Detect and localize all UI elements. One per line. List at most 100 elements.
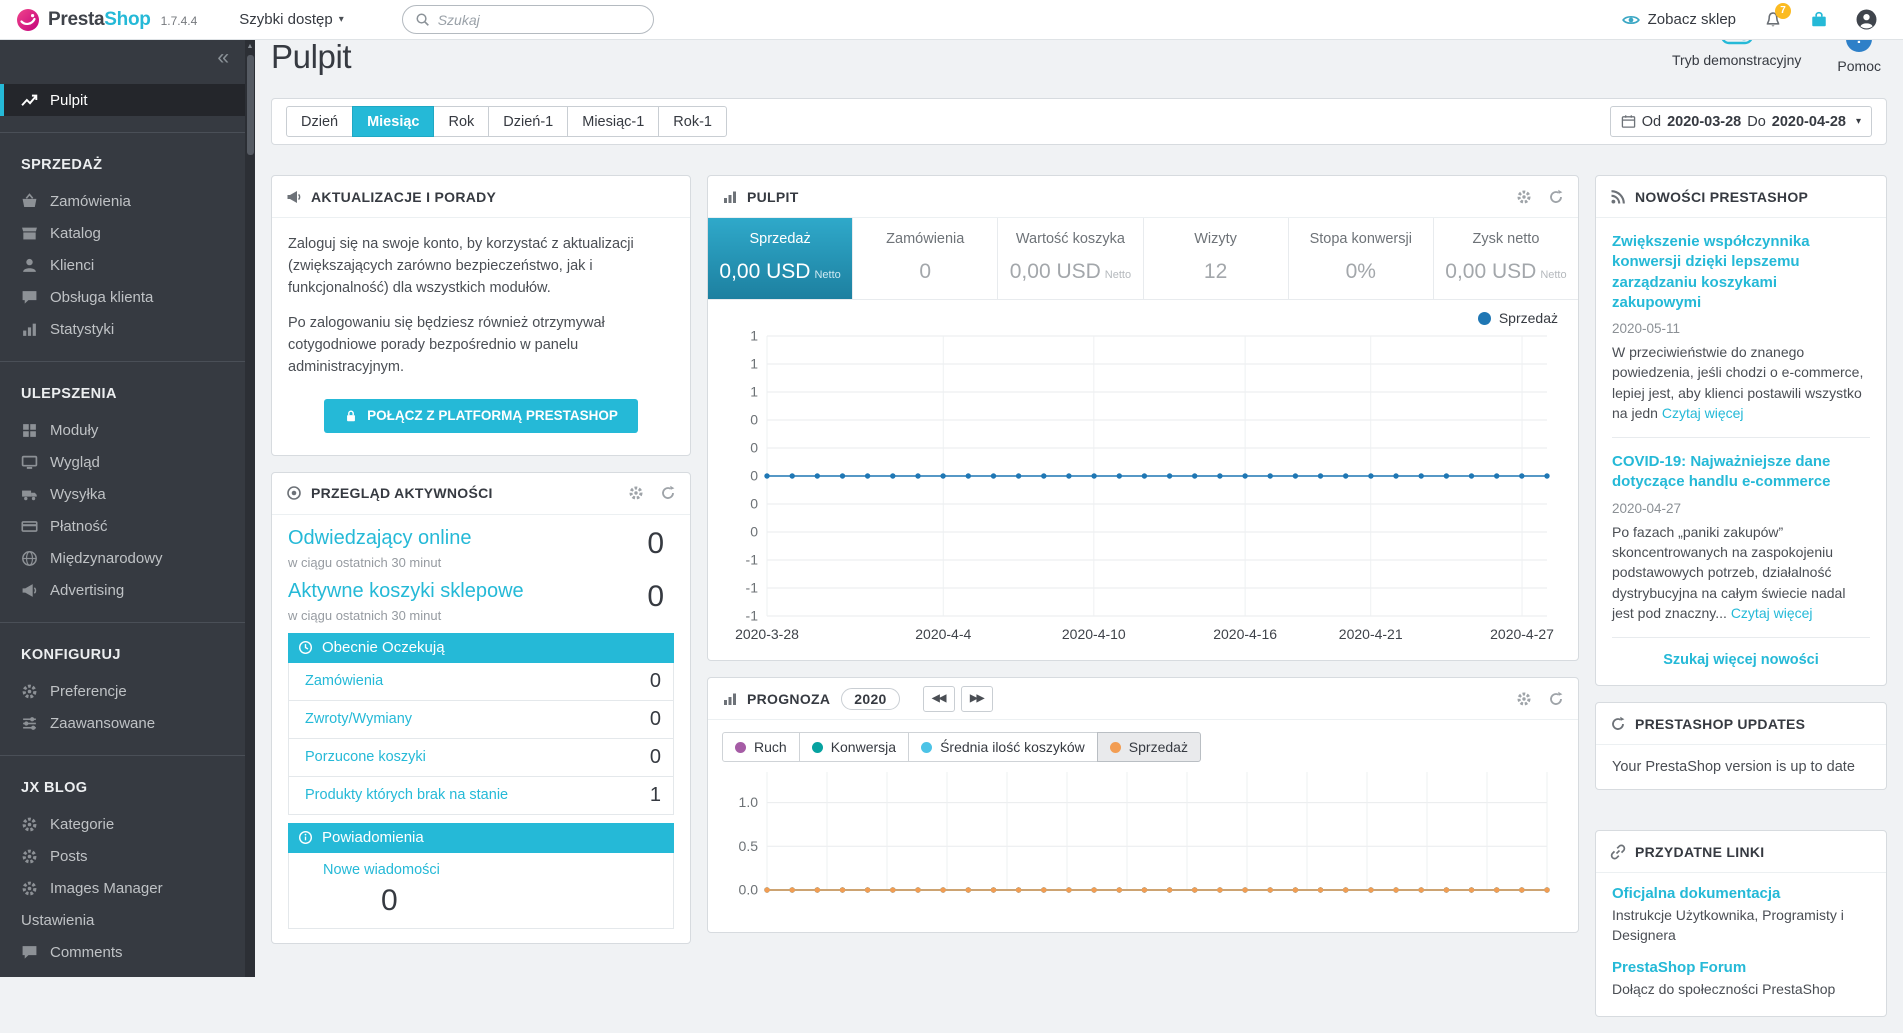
article-title-link[interactable]: Zwiększenie współczynnika konwersji dzię… (1612, 232, 1870, 313)
gear-icon[interactable] (1516, 189, 1532, 205)
kpi-net-profit[interactable]: Zysk netto 0,00 USDNetto (1434, 218, 1578, 299)
gear-icon[interactable] (1516, 691, 1532, 707)
sidebar-item-customer-service[interactable]: Obsługa klienta (0, 281, 255, 313)
gear-icon[interactable] (628, 485, 644, 501)
range-button-month[interactable]: Miesiąc (352, 106, 434, 137)
sidebar-section-configure: KONFIGURUJ (0, 639, 255, 671)
sidebar-item-international[interactable]: Międzynarodowy (0, 542, 255, 574)
sidebar-item-preferences[interactable]: Preferencje (0, 675, 255, 707)
shop-bag-button[interactable] (1810, 11, 1828, 29)
top-bar: PrestaShop 1.7.4.4 Szybki dostęp ▾ Zobac… (0, 0, 1903, 40)
sidebar-item-advertising[interactable]: Advertising (0, 574, 255, 606)
article-title-link[interactable]: COVID-19: Najważniejsze dane dotyczące h… (1612, 452, 1870, 493)
gear-icon (21, 880, 38, 897)
svg-text:2020-4-16: 2020-4-16 (1213, 626, 1277, 642)
sidebar-item-design[interactable]: Wygląd (0, 446, 255, 478)
search-input[interactable] (438, 12, 641, 28)
read-more-link[interactable]: Czytaj więcej (1662, 405, 1744, 421)
sidebar-item-images-manager[interactable]: Images Manager (0, 872, 255, 904)
useful-links-panel: PRZYDATNE LINKI Oficjalna dokumentacja I… (1595, 830, 1887, 1017)
range-button-day[interactable]: Dzień (286, 106, 353, 137)
more-news-link[interactable]: Szukaj więcej nowości (1663, 652, 1819, 668)
prestashop-logo (16, 8, 40, 32)
sidebar-item-comments[interactable]: Comments (0, 936, 255, 968)
date-range-picker[interactable]: Od2020-03-28 Do2020-04-28 ▾ (1610, 106, 1872, 137)
legend-chip-avg-carts[interactable]: Średnia ilość koszyków (908, 732, 1098, 762)
brand-name: PrestaShop (48, 9, 151, 31)
trend-icon (21, 92, 38, 109)
panel-title: PROGNOZA (747, 691, 830, 707)
sidebar-item-categories[interactable]: Kategorie (0, 808, 255, 840)
sidebar-section-jxblog: JX BLOG (0, 772, 255, 804)
forecast-chart: 1.00.50.0 (723, 764, 1563, 924)
sidebar-item-shipping[interactable]: Wysyłka (0, 478, 255, 510)
svg-text:0: 0 (750, 496, 758, 512)
megaphone-icon (21, 582, 38, 599)
read-more-link[interactable]: Czytaj więcej (1731, 605, 1813, 621)
previous-year-button[interactable]: ◀◀ (923, 686, 955, 712)
sidebar-item-settings[interactable]: Ustawienia (0, 904, 255, 936)
sidebar-item-posts[interactable]: Posts (0, 840, 255, 872)
sidebar-scrollbar[interactable]: ▲ (245, 40, 255, 977)
gear-icon (21, 683, 38, 700)
sidebar-section-improve: ULEPSZENIA (0, 378, 255, 410)
notifications-button[interactable]: 7 (1764, 11, 1782, 29)
refresh-icon[interactable] (1548, 189, 1564, 205)
activity-overview-panel: PRZEGLĄD AKTYWNOŚCI Odwiedzający online … (271, 472, 691, 944)
sidebar-collapse-button[interactable]: « (0, 40, 255, 76)
basket-icon (21, 193, 38, 210)
legend-chip-sales[interactable]: Sprzedaż (1097, 732, 1201, 762)
kpi-orders[interactable]: Zamówienia 0 (853, 218, 998, 299)
kpi-cart-value[interactable]: Wartość koszyka 0,00 USDNetto (998, 218, 1143, 299)
sidebar-item-dashboard[interactable]: Pulpit (0, 84, 255, 116)
pending-row-returns[interactable]: Zwroty/Wymiany 0 (288, 701, 674, 739)
next-year-button[interactable]: ▶▶ (961, 686, 993, 712)
update-arrows-icon (1610, 716, 1626, 732)
forum-link[interactable]: PrestaShop Forum (1612, 959, 1870, 976)
pending-row-abandoned-carts[interactable]: Porzucone koszyki 0 (288, 739, 674, 777)
legend-chip-traffic[interactable]: Ruch (722, 732, 800, 762)
active-carts-metric[interactable]: Aktywne koszyki sklepowe w ciągu ostatni… (288, 580, 674, 623)
link-icon (1610, 844, 1626, 860)
kpi-visits[interactable]: Wizyty 12 (1144, 218, 1289, 299)
range-button-month-1[interactable]: Miesiąc-1 (567, 106, 659, 137)
kpi-sales[interactable]: Sprzedaż 0,00 USDNetto (708, 218, 853, 299)
pending-row-orders[interactable]: Zamówienia 0 (288, 663, 674, 701)
prestashop-updates-panel: PRESTASHOP UPDATES Your PrestaShop versi… (1595, 702, 1887, 790)
dashboard-chart: 11100000-1-1-12020-3-282020-4-42020-4-10… (723, 326, 1563, 652)
article-date: 2020-05-11 (1612, 321, 1870, 336)
avatar (1856, 9, 1877, 30)
panel-title: PRZEGLĄD AKTYWNOŚCI (311, 485, 493, 501)
quick-access-menu[interactable]: Szybki dostęp ▾ (239, 11, 343, 28)
account-menu[interactable] (1856, 9, 1877, 30)
dashboard-panel: PULPIT Sprzedaż 0,00 USDNetto Zamówienia (707, 175, 1579, 661)
panel-title: NOWOŚCI PRESTASHOP (1635, 189, 1808, 205)
range-button-year[interactable]: Rok (433, 106, 489, 137)
legend-chip-conversion[interactable]: Konwersja (799, 732, 909, 762)
svg-text:1.0: 1.0 (739, 794, 759, 810)
connect-platform-button[interactable]: POŁĄCZ Z PLATFORMĄ PRESTASHOP (324, 399, 638, 433)
sidebar-item-catalog[interactable]: Katalog (0, 217, 255, 249)
range-button-day-1[interactable]: Dzień-1 (488, 106, 568, 137)
sidebar-item-payment[interactable]: Płatność (0, 510, 255, 542)
legend-dot (921, 742, 932, 753)
bar-chart-icon (21, 321, 38, 338)
range-button-year-1[interactable]: Rok-1 (658, 106, 727, 137)
kpi-conversion-rate[interactable]: Stopa konwersji 0% (1289, 218, 1434, 299)
svg-text:0: 0 (750, 468, 758, 484)
sidebar-item-customers[interactable]: Klienci (0, 249, 255, 281)
sidebar-item-advanced[interactable]: Zaawansowane (0, 707, 255, 739)
view-shop-link[interactable]: Zobacz sklep (1622, 11, 1736, 29)
sidebar-item-orders[interactable]: Zamówienia (0, 185, 255, 217)
pending-row-out-of-stock[interactable]: Produkty których brak na stanie 1 (288, 777, 674, 815)
scrollbar-thumb[interactable] (247, 55, 254, 155)
sidebar-item-modules[interactable]: Moduły (0, 414, 255, 446)
svg-text:-1: -1 (746, 608, 759, 624)
online-visitors-metric[interactable]: Odwiedzający online w ciągu ostatnich 30… (288, 527, 674, 570)
scrollbar-up-arrow[interactable]: ▲ (245, 41, 255, 53)
refresh-icon[interactable] (1548, 691, 1564, 707)
sidebar-item-stats[interactable]: Statystyki (0, 313, 255, 345)
new-messages-row[interactable]: Nowe wiadomości 0 (288, 853, 674, 929)
refresh-icon[interactable] (660, 485, 676, 501)
documentation-link[interactable]: Oficjalna dokumentacja (1612, 885, 1870, 902)
